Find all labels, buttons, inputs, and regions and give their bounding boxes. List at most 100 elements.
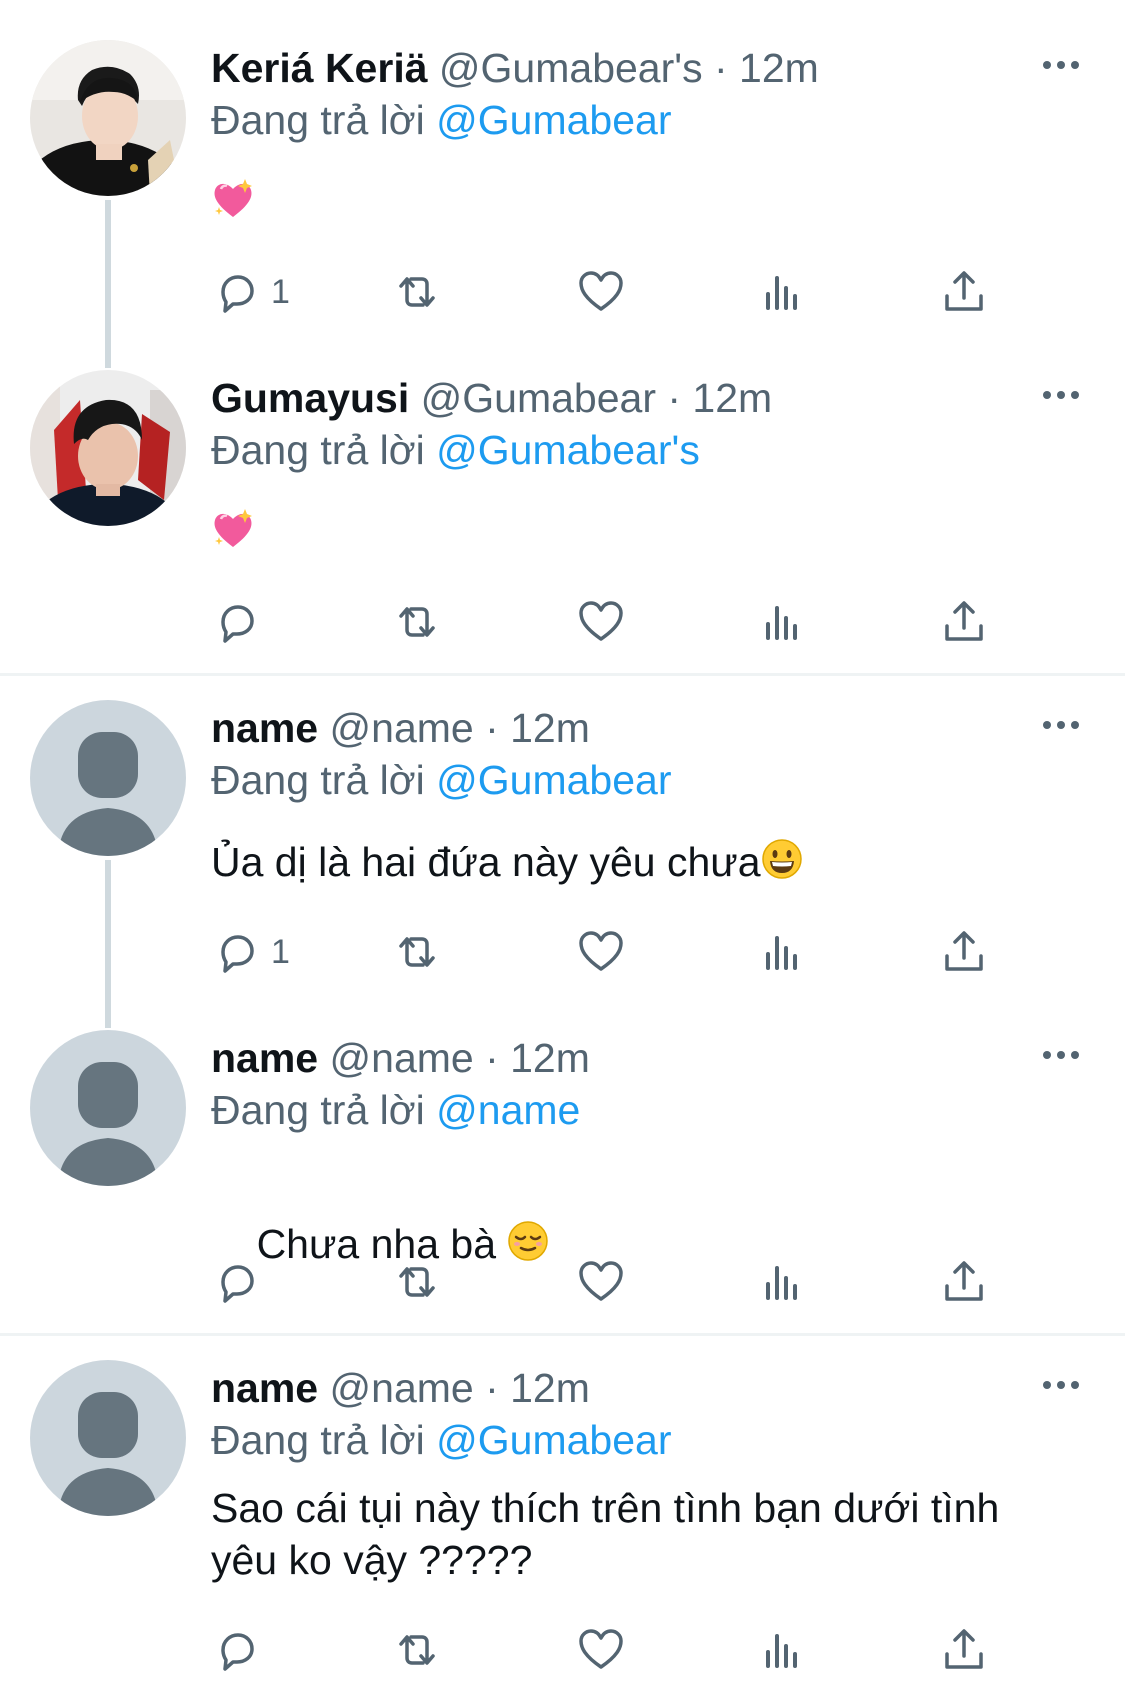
tweet-text xyxy=(211,506,255,563)
handle-and-time: @name · 12m xyxy=(329,705,590,751)
more-options-icon[interactable] xyxy=(1041,50,1081,80)
reply-icon xyxy=(221,275,254,313)
tweet-text-line: Sao cái tụi này thích trên tình bạn dưới… xyxy=(211,1485,1000,1531)
tweet-text: Ủa dị là hai đứa này yêu chưa xyxy=(211,836,803,892)
heart-icon xyxy=(579,601,623,641)
tweet[interactable]: name @name · 12m Đang trả lời @Gumabear … xyxy=(0,1320,1125,1698)
more-options-icon[interactable] xyxy=(1041,1040,1081,1070)
retweet-button[interactable] xyxy=(391,262,443,322)
views-button[interactable] xyxy=(756,1252,808,1312)
like-button[interactable] xyxy=(575,922,627,982)
reply-count: 1 xyxy=(271,932,290,971)
replying-to-label: Đang trả lời xyxy=(211,427,425,473)
sparkling-heart-icon xyxy=(211,507,255,563)
retweet-button[interactable] xyxy=(391,1620,443,1680)
display-name[interactable]: name xyxy=(211,1365,318,1411)
views-button[interactable] xyxy=(756,592,808,652)
more-options-icon[interactable] xyxy=(1041,380,1081,410)
tweet-actions: 1 xyxy=(211,262,1011,322)
retweet-button[interactable] xyxy=(391,1252,443,1312)
mention-link[interactable]: @name xyxy=(436,1087,580,1133)
tweet-text-content: Ủa dị là hai đứa này yêu chưa xyxy=(211,839,761,885)
display-name[interactable]: name xyxy=(211,1035,318,1081)
more-options-icon[interactable] xyxy=(1041,1370,1081,1400)
tweet-text: Sao cái tụi này thích trên tình bạn dưới… xyxy=(211,1482,999,1586)
retweet-button[interactable] xyxy=(391,922,443,982)
views-button[interactable] xyxy=(756,262,808,322)
analytics-icon xyxy=(766,936,797,970)
reply-icon xyxy=(221,935,254,973)
tweet[interactable]: Keriá Keriä @Gumabear's · 12m Đang trả l… xyxy=(0,0,1125,368)
analytics-icon xyxy=(766,606,797,640)
views-button[interactable] xyxy=(756,1620,808,1680)
reply-button[interactable] xyxy=(211,1620,263,1680)
tweet-header: name @name · 12m xyxy=(211,1362,590,1414)
more-options-icon[interactable] xyxy=(1041,710,1081,740)
share-button[interactable] xyxy=(938,1252,990,1312)
heart-icon xyxy=(579,1261,623,1301)
reply-count: 1 xyxy=(271,272,290,311)
tweet-text xyxy=(211,176,255,233)
tweet-actions xyxy=(211,1620,1011,1680)
tweet[interactable]: name @name · 12m Đang trả lời @name Chưa… xyxy=(0,990,1125,1330)
retweet-icon xyxy=(399,1635,435,1665)
mention-link[interactable]: @Gumabear xyxy=(436,757,671,803)
tweet-actions xyxy=(211,592,1011,652)
tweet-header: name @name · 12m xyxy=(211,1032,590,1084)
reply-icon xyxy=(221,1633,254,1671)
heart-icon xyxy=(579,931,623,971)
share-icon xyxy=(945,1261,983,1301)
handle-and-time: @Gumabear · 12m xyxy=(420,375,773,421)
share-icon xyxy=(945,601,983,641)
analytics-icon xyxy=(766,1266,797,1300)
share-button[interactable] xyxy=(938,1620,990,1680)
default-avatar[interactable] xyxy=(30,700,186,856)
reply-button[interactable]: 1 xyxy=(211,922,290,982)
default-avatar[interactable] xyxy=(30,1360,186,1516)
views-button[interactable] xyxy=(756,922,808,982)
replying-to: Đang trả lời @Gumabear xyxy=(211,94,672,146)
tweet-header: Keriá Keriä @Gumabear's · 12m xyxy=(211,42,819,94)
analytics-icon xyxy=(766,276,797,310)
replying-to-label: Đang trả lời xyxy=(211,757,425,803)
retweet-icon xyxy=(399,277,435,307)
mention-link[interactable]: @Gumabear xyxy=(436,1417,671,1463)
tweet[interactable]: Gumayusi @Gumabear · 12m Đang trả lời @G… xyxy=(0,330,1125,670)
reply-icon xyxy=(221,605,254,643)
tweet-header: name @name · 12m xyxy=(211,702,590,754)
share-icon xyxy=(945,931,983,971)
display-name[interactable]: Gumayusi xyxy=(211,375,409,421)
reply-button[interactable]: 1 xyxy=(211,262,290,322)
reply-button[interactable] xyxy=(211,1252,263,1312)
avatar[interactable] xyxy=(30,370,186,526)
like-button[interactable] xyxy=(575,1620,627,1680)
handle-and-time: @Gumabear's · 12m xyxy=(438,45,819,91)
avatar[interactable] xyxy=(30,40,186,196)
tweet[interactable]: name @name · 12m Đang trả lời @Gumabear … xyxy=(0,660,1125,1028)
share-button[interactable] xyxy=(938,262,990,322)
retweet-icon xyxy=(399,607,435,637)
default-avatar[interactable] xyxy=(30,1030,186,1186)
like-button[interactable] xyxy=(575,262,627,322)
reply-button[interactable] xyxy=(211,592,263,652)
tweet-text-line: yêu ko vậy ????? xyxy=(211,1537,533,1583)
share-button[interactable] xyxy=(938,922,990,982)
sparkling-heart-icon xyxy=(211,177,255,233)
mention-link[interactable]: @Gumabear's xyxy=(436,427,700,473)
replying-to: Đang trả lời @name xyxy=(211,1084,580,1136)
display-name[interactable]: name xyxy=(211,705,318,751)
retweet-icon xyxy=(399,937,435,967)
display-name[interactable]: Keriá Keriä xyxy=(211,45,428,91)
share-button[interactable] xyxy=(938,592,990,652)
like-button[interactable] xyxy=(575,1252,627,1312)
heart-icon xyxy=(579,271,623,311)
tweet-actions: 1 xyxy=(211,922,1011,982)
handle-and-time: @name · 12m xyxy=(329,1035,590,1081)
mention-link[interactable]: @Gumabear xyxy=(436,97,671,143)
handle-and-time: @name · 12m xyxy=(329,1365,590,1411)
like-button[interactable] xyxy=(575,592,627,652)
retweet-button[interactable] xyxy=(391,592,443,652)
replying-to-label: Đang trả lời xyxy=(211,97,425,143)
analytics-icon xyxy=(766,1634,797,1668)
share-icon xyxy=(945,271,983,311)
